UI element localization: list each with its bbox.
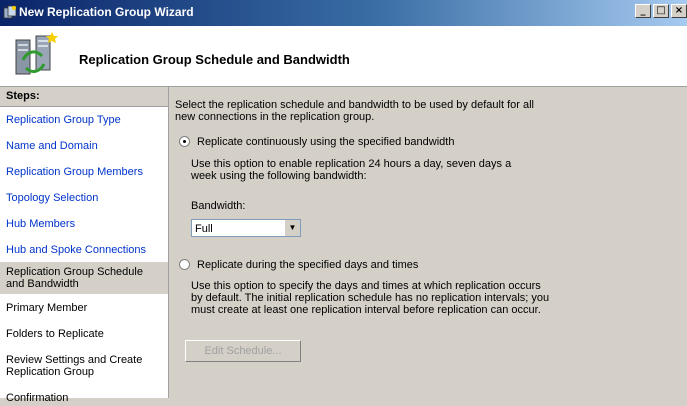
scheduled-radio[interactable] <box>179 259 190 270</box>
step-topology-selection[interactable]: Topology Selection <box>0 190 168 206</box>
window-title: New Replication Group Wizard <box>19 5 194 19</box>
step-hub-members[interactable]: Hub Members <box>0 216 168 232</box>
minimize-button[interactable]: _ <box>635 4 651 18</box>
continuous-radio[interactable] <box>179 136 190 147</box>
step-confirmation: Confirmation <box>6 392 69 404</box>
intro-text: Select the replication schedule and band… <box>175 99 534 123</box>
steps-heading: Steps: <box>0 87 168 107</box>
page-title: Replication Group Schedule and Bandwidth <box>79 52 350 67</box>
wizard-header: Replication Group Schedule and Bandwidth <box>0 26 687 87</box>
scheduled-description: Use this option to specify the days and … <box>191 280 550 316</box>
bandwidth-label: Bandwidth: <box>191 200 246 212</box>
replication-servers-icon <box>15 32 58 75</box>
steps-sidebar: Steps: Replication Group Type Name and D… <box>0 87 169 404</box>
wizard-app-icon <box>3 5 17 19</box>
edit-schedule-button[interactable]: Edit Schedule... <box>185 340 301 362</box>
step-review-settings: Review Settings and Create Replication G… <box>6 354 143 378</box>
step-folders-to-replicate: Folders to Replicate <box>6 328 104 340</box>
continuous-radio-label[interactable]: Replicate continuously using the specifi… <box>197 136 454 148</box>
close-button[interactable]: × <box>671 4 687 18</box>
step-replication-group-members[interactable]: Replication Group Members <box>0 164 168 180</box>
maximize-button[interactable]: □ <box>653 4 669 18</box>
step-replication-group-type[interactable]: Replication Group Type <box>0 112 168 128</box>
step-schedule-and-bandwidth: Replication Group Schedule and Bandwidth <box>0 262 168 294</box>
dropdown-arrow-icon[interactable]: ▼ <box>284 220 300 236</box>
bandwidth-value: Full <box>195 223 213 235</box>
scheduled-radio-label[interactable]: Replicate during the specified days and … <box>197 259 418 271</box>
bandwidth-select[interactable]: Full ▼ <box>191 219 301 237</box>
step-primary-member: Primary Member <box>6 302 88 314</box>
step-hub-and-spoke-connections[interactable]: Hub and Spoke Connections <box>0 242 168 258</box>
title-bar[interactable]: New Replication Group Wizard _ □ × <box>0 0 687 26</box>
wizard-content: Select the replication schedule and band… <box>169 87 687 398</box>
continuous-description: Use this option to enable replication 24… <box>191 158 512 182</box>
step-name-and-domain[interactable]: Name and Domain <box>0 138 168 154</box>
